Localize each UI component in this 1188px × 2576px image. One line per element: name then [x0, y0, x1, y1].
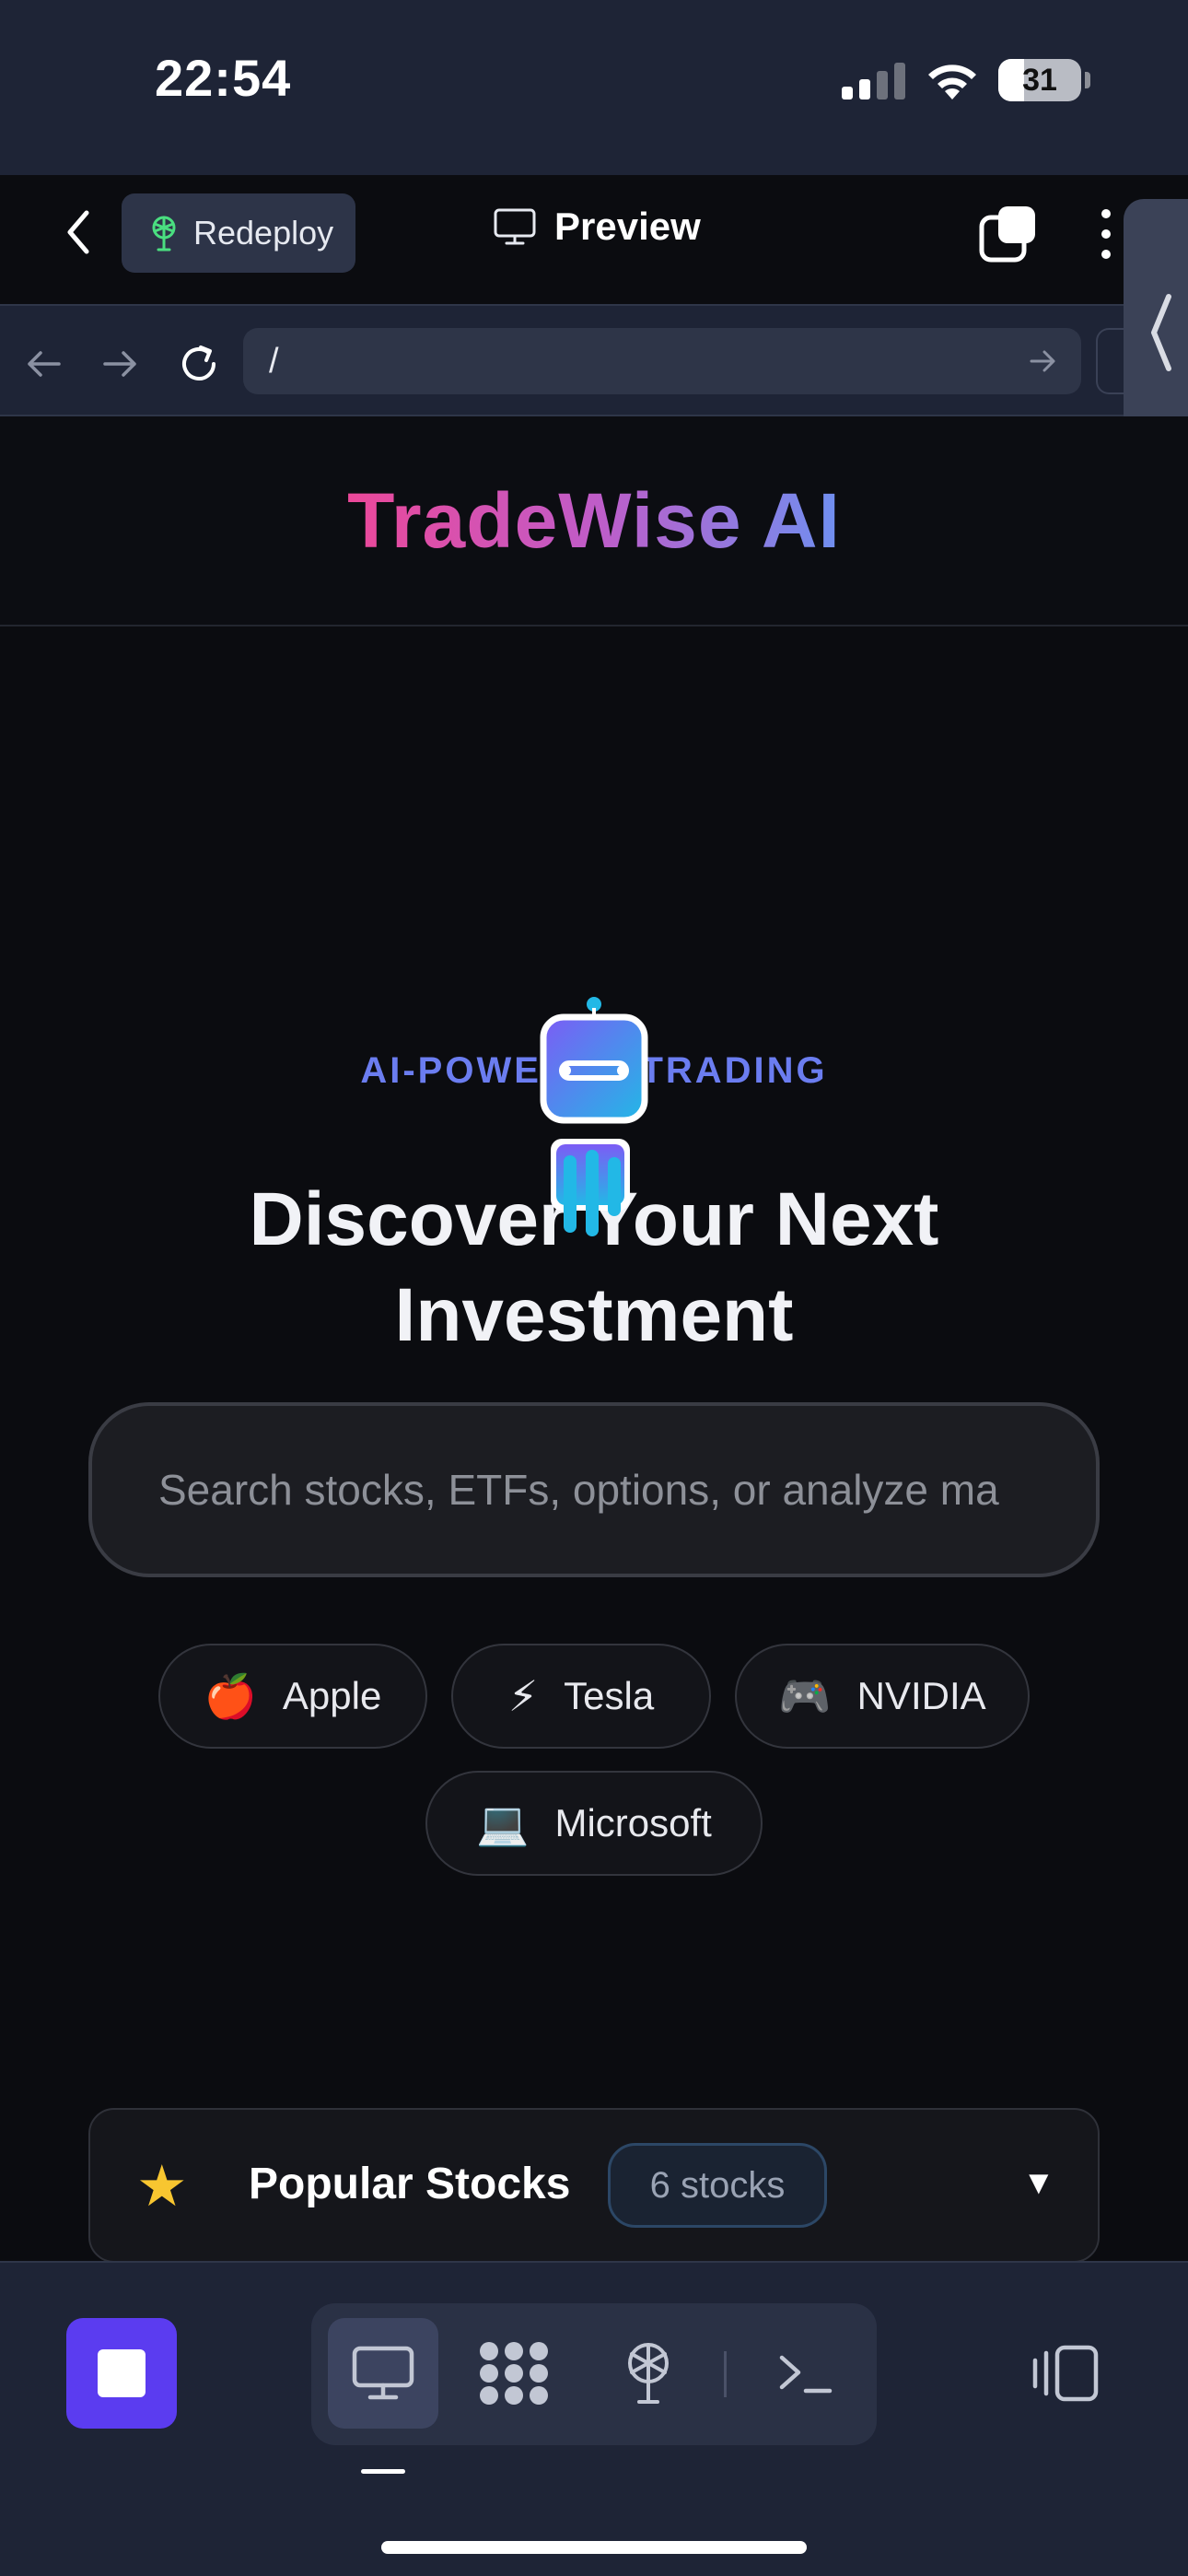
popular-stocks-title: Popular Stocks [249, 2160, 571, 2208]
site-header: TradeWise AI [0, 416, 1188, 626]
url-field[interactable]: / [243, 328, 1081, 394]
arrow-left-icon [28, 351, 61, 377]
preview-label: Preview [554, 205, 701, 248]
device-rotate-icon[interactable] [1030, 2344, 1100, 2403]
nav-forward-button[interactable] [92, 336, 147, 392]
terminal-icon [779, 2355, 833, 2394]
redeploy-button[interactable]: Redeploy [122, 193, 355, 273]
reload-icon [182, 345, 215, 381]
tabs-icon[interactable] [978, 205, 1037, 263]
brand-logo[interactable]: TradeWise AI [347, 476, 841, 566]
quick-pick-apple[interactable]: 🍎 Apple [158, 1644, 427, 1749]
antenna-icon [628, 2343, 669, 2404]
active-tool-indicator [361, 2469, 405, 2474]
signal-icon [842, 63, 905, 100]
battery-level: 31 [1022, 63, 1057, 98]
quick-pick-label: NVIDIA [856, 1674, 986, 1717]
quick-pick-microsoft[interactable]: 💻 Microsoft [425, 1771, 763, 1876]
stop-icon [98, 2349, 146, 2397]
pages-tool-button[interactable] [459, 2318, 569, 2429]
chevron-left-icon [1151, 294, 1171, 371]
chevron-down-icon[interactable]: ▼ [1022, 2163, 1055, 2202]
reload-button[interactable] [171, 336, 227, 392]
search-input[interactable] [88, 1402, 1100, 1577]
home-indicator[interactable] [381, 2541, 807, 2554]
back-button[interactable] [55, 205, 101, 260]
preview-title: Preview [494, 205, 701, 249]
headline-line-2: Investment [394, 1273, 794, 1357]
antenna-icon [152, 216, 176, 252]
preview-tool-button[interactable] [328, 2318, 438, 2429]
popular-stocks-section[interactable] [88, 2108, 1100, 2263]
quick-pick-tesla[interactable]: ⚡ Tesla [451, 1644, 711, 1749]
arrow-right-icon [103, 351, 136, 377]
nav-back-button[interactable] [17, 336, 72, 392]
quick-pick-label: Tesla [564, 1674, 655, 1717]
redeploy-label: Redeploy [193, 214, 334, 252]
quick-pick-label: Microsoft [554, 1801, 712, 1844]
robot-mascot-icon [540, 997, 648, 1236]
grid-icon [480, 2342, 548, 2405]
url-text: / [269, 341, 279, 381]
arrow-right-icon[interactable] [1028, 345, 1059, 378]
battery-indicator: 31 [998, 59, 1081, 101]
terminal-tool-button[interactable] [750, 2318, 860, 2429]
monitor-icon [352, 2346, 414, 2400]
battery-tip [1085, 72, 1090, 88]
star-icon: ★ [136, 2155, 188, 2219]
gamepad-icon: 🎮 [778, 1671, 832, 1720]
more-vertical-icon[interactable] [1092, 205, 1120, 263]
stock-count-badge: 6 stocks [608, 2143, 827, 2228]
stop-button[interactable] [66, 2318, 177, 2429]
quick-pick-label: Apple [282, 1674, 382, 1717]
monitor-icon [494, 208, 536, 245]
quick-pick-nvidia[interactable]: 🎮 NVIDIA [735, 1644, 1030, 1749]
laptop-icon: 💻 [476, 1798, 530, 1847]
apple-icon: 🍎 [204, 1671, 257, 1720]
chevron-left-icon [67, 210, 89, 254]
wifi-icon [928, 64, 976, 100]
status-time: 22:54 [155, 49, 292, 107]
lightning-icon: ⚡ [507, 1672, 539, 1720]
deploy-tool-button[interactable] [593, 2318, 704, 2429]
toolbar-divider [724, 2351, 727, 2397]
